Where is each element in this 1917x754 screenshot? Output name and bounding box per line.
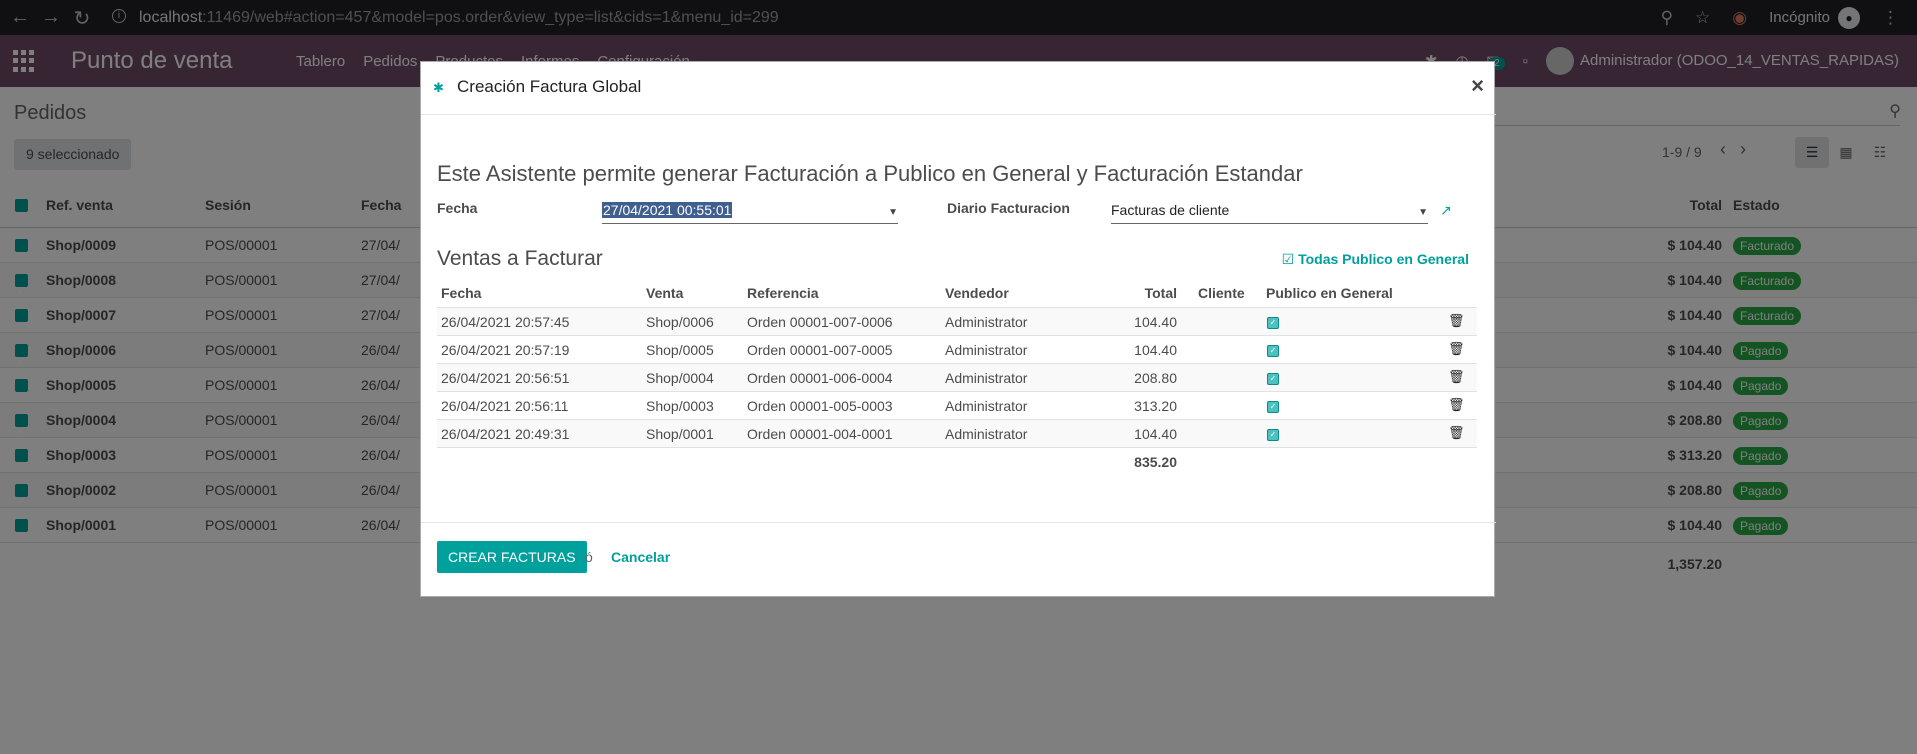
col-header-cliente: Cliente [1198,285,1245,301]
line-row[interactable]: 26/04/2021 20:56:51 Shop/0004 Orden 0000… [437,364,1477,392]
fecha-value: 27/04/2021 00:55:01 [602,202,733,218]
cell-total: 313.20 [1134,398,1177,414]
invoice-wizard-dialog: ✱ Creación Factura Global × Este Asisten… [420,61,1496,598]
modal-title: Creación Factura Global [457,77,642,96]
cell-vendedor: Administrator [945,342,1028,358]
cell-fecha: 26/04/2021 20:49:31 [441,426,570,442]
debug-bug-icon[interactable]: ✱ [433,80,447,96]
col-header-vendedor: Vendedor [945,285,1009,301]
fecha-field[interactable]: 27/04/2021 00:55:01 ▼ [602,198,898,224]
diario-field[interactable]: Facturas de cliente ▼ [1111,198,1428,224]
line-row[interactable]: 26/04/2021 20:49:31 Shop/0001 Orden 0000… [437,420,1477,448]
cell-vendedor: Administrator [945,398,1028,414]
trash-icon[interactable]: 🗑 [1448,397,1465,413]
col-header-referencia: Referencia [747,285,819,301]
cell-total: 104.40 [1134,314,1177,330]
col-header-fecha: Fecha [441,285,482,301]
cell-total: 104.40 [1134,426,1177,442]
publico-checkbox[interactable]: ✓ [1267,373,1279,385]
trash-icon[interactable]: 🗑 [1448,369,1465,385]
cell-referencia: Orden 00001-007-0005 [747,342,893,358]
col-header-venta: Venta [646,285,684,301]
lines-total: 835.20 [1134,454,1177,470]
cell-fecha: 26/04/2021 20:57:19 [441,342,570,358]
modal-header: ✱ Creación Factura Global × [421,62,1496,115]
fecha-label: Fecha [437,200,478,216]
lines-header: Fecha Venta Referencia Vendedor Total Cl… [437,278,1477,308]
cell-total: 104.40 [1134,342,1177,358]
todas-publico-button[interactable]: ☑ Todas Publico en General [1282,251,1469,268]
diario-label: Diario Facturacion [947,200,1070,216]
lines-table: Fecha Venta Referencia Vendedor Total Cl… [437,278,1477,476]
cell-venta: Shop/0005 [646,342,714,358]
line-row[interactable]: 26/04/2021 20:57:45 Shop/0006 Orden 0000… [437,308,1477,336]
cell-fecha: 26/04/2021 20:57:45 [441,314,570,330]
external-link-icon[interactable]: ↗ [1440,202,1452,219]
chevron-down-icon[interactable]: ▼ [888,201,898,225]
publico-checkbox[interactable]: ✓ [1267,401,1279,413]
cell-venta: Shop/0003 [646,398,714,414]
publico-checkbox[interactable]: ✓ [1267,317,1279,329]
cell-venta: Shop/0004 [646,370,714,386]
cell-venta: Shop/0001 [646,426,714,442]
modal-footer: CREAR FACTURAS ó Cancelar [421,522,1496,598]
cell-vendedor: Administrator [945,314,1028,330]
chevron-down-icon[interactable]: ▼ [1418,201,1428,225]
todas-publico-label: Todas Publico en General [1298,251,1469,267]
checkbox-icon: ☑ [1281,251,1295,267]
cell-fecha: 26/04/2021 20:56:51 [441,370,570,386]
trash-icon[interactable]: 🗑 [1448,313,1465,329]
trash-icon[interactable]: 🗑 [1448,341,1465,357]
or-text: ó [585,549,593,565]
cell-referencia: Orden 00001-006-0004 [747,370,893,386]
lines-footer: 835.20 [437,448,1477,476]
section-title: Ventas a Facturar [437,247,603,270]
cell-vendedor: Administrator [945,370,1028,386]
cell-total: 208.80 [1134,370,1177,386]
trash-icon[interactable]: 🗑 [1448,425,1465,441]
crear-facturas-button[interactable]: CREAR FACTURAS [437,541,587,573]
cell-fecha: 26/04/2021 20:56:11 [441,398,569,414]
line-row[interactable]: 26/04/2021 20:56:11 Shop/0003 Orden 0000… [437,392,1477,420]
wizard-intro: Este Asistente permite generar Facturaci… [437,161,1303,186]
publico-checkbox[interactable]: ✓ [1267,345,1279,357]
line-row[interactable]: 26/04/2021 20:57:19 Shop/0005 Orden 0000… [437,336,1477,364]
cell-referencia: Orden 00001-005-0003 [747,398,893,414]
cell-vendedor: Administrator [945,426,1028,442]
col-header-total: Total [1144,285,1177,301]
cell-referencia: Orden 00001-004-0001 [747,426,893,442]
cell-referencia: Orden 00001-007-0006 [747,314,893,330]
cell-venta: Shop/0006 [646,314,714,330]
diario-value: Facturas de cliente [1111,202,1230,218]
col-header-publico: Publico en General [1266,285,1393,301]
close-icon[interactable]: × [1471,73,1484,99]
publico-checkbox[interactable]: ✓ [1267,429,1279,441]
cancel-button[interactable]: Cancelar [611,549,670,565]
